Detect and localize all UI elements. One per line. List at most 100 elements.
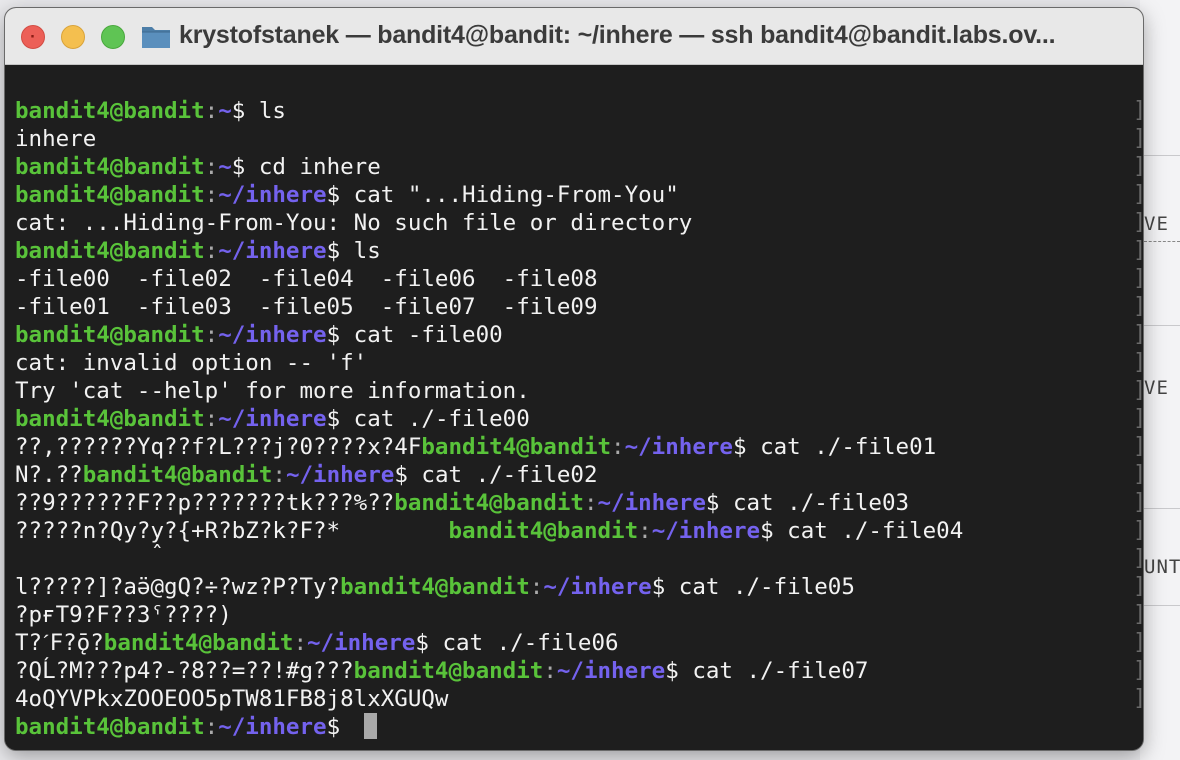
prompt-separator: : bbox=[529, 574, 544, 600]
terminal-line: bandit4@bandit:~/inhere$ cat ./-file00 bbox=[15, 405, 530, 433]
background-text: VE U bbox=[1144, 213, 1180, 235]
prompt-separator: : bbox=[204, 322, 219, 348]
prompt-separator: : bbox=[204, 238, 219, 264]
prompt-user: bandit4@bandit bbox=[15, 238, 205, 264]
terminal-line: Try 'cat --help' for more information. bbox=[15, 377, 530, 405]
minimize-window-button[interactable] bbox=[61, 25, 85, 49]
line-end-marker: ] bbox=[1133, 545, 1143, 573]
prompt-separator: : bbox=[204, 154, 219, 180]
command-text: cat "...Hiding-From-You" bbox=[353, 182, 679, 208]
prompt-path: ~/inhere bbox=[218, 238, 327, 264]
window-title: krystofstanek — bandit4@bandit: ~/inhere… bbox=[179, 21, 1056, 49]
prompt-separator: : bbox=[583, 490, 598, 516]
binary-output: l?????]?aӛ@gQ?÷?wz?P?Ty? bbox=[15, 574, 341, 600]
prompt-path: ~/inhere bbox=[285, 462, 395, 488]
prompt-sign: $ bbox=[326, 238, 354, 264]
prompt-path: ~/inhere bbox=[218, 322, 327, 348]
terminal-line: N?.??bandit4@bandit:~/inhere$ cat ./-fil… bbox=[15, 461, 598, 489]
prompt-separator: : bbox=[204, 182, 219, 208]
prompt-sign: $ bbox=[665, 658, 693, 684]
command-text: cat ./-file06 bbox=[442, 630, 619, 656]
prompt-user: bandit4@bandit bbox=[82, 462, 273, 488]
prompt-separator: : bbox=[204, 714, 219, 740]
prompt-user: bandit4@bandit bbox=[15, 98, 205, 124]
prompt-separator: : bbox=[204, 98, 219, 124]
terminal-line: ?????n?Qy?y̭?{+R?bZ?k?F?* bandit4@bandit… bbox=[15, 517, 963, 545]
prompt-separator: : bbox=[272, 462, 286, 488]
output-text: Try 'cat --help' for more information. bbox=[15, 378, 530, 404]
line-end-marker: ] bbox=[1133, 601, 1143, 629]
prompt-separator: : bbox=[543, 658, 557, 684]
command-text: ls bbox=[353, 238, 381, 264]
divider bbox=[1140, 508, 1180, 509]
prompt-sign: $ bbox=[326, 182, 354, 208]
prompt-user: bandit4@bandit bbox=[353, 658, 544, 684]
command-text: ls bbox=[258, 98, 286, 124]
line-end-marker: ] bbox=[1133, 377, 1143, 405]
prompt-user: bandit4@bandit bbox=[15, 714, 205, 740]
line-end-marker: ] bbox=[1133, 293, 1143, 321]
terminal-line: inhere bbox=[15, 125, 96, 153]
zoom-window-button[interactable] bbox=[101, 25, 125, 49]
terminal-line: ??,??????Yq??f?L???j?0????x?4Fbandit4@ba… bbox=[15, 433, 936, 461]
line-end-marker: ] bbox=[1133, 489, 1143, 517]
prompt-path: ~/inhere bbox=[218, 406, 327, 432]
terminal-window: · krystofstanek — bandit4@bandit: ~/inhe… bbox=[5, 8, 1143, 750]
command-text: cat ./-file01 bbox=[760, 434, 937, 460]
line-end-marker: ] bbox=[1133, 97, 1143, 125]
output-text: cat: ...Hiding-From-You: No such file or… bbox=[15, 210, 693, 236]
prompt-path: ~ bbox=[218, 98, 232, 124]
prompt-path: ~/inhere bbox=[543, 574, 652, 600]
output-text: -file00 -file02 -file04 -file06 -file08 bbox=[15, 266, 598, 292]
prompt-sign: $ bbox=[326, 406, 354, 432]
prompt-path: ~/inhere bbox=[597, 490, 706, 516]
prompt-path: ~/inhere bbox=[218, 182, 327, 208]
command-text: cat -file00 bbox=[353, 322, 503, 348]
prompt-sign: $ bbox=[760, 518, 788, 544]
binary-output: T?ˊF?ǭ? bbox=[15, 630, 104, 656]
prompt-sign: $ bbox=[326, 322, 354, 348]
prompt-user: bandit4@bandit bbox=[15, 182, 205, 208]
prompt-user: bandit4@bandit bbox=[340, 574, 530, 600]
terminal-line: cat: invalid option -- 'f' bbox=[15, 349, 367, 377]
output-text: -file01 -file03 -file05 -file07 -file09 bbox=[15, 294, 598, 320]
terminal-line: ?QĹ?M???p4?-?8??=??!#g???bandit4@bandit:… bbox=[15, 657, 868, 685]
close-icon: · bbox=[30, 27, 36, 46]
background-text: UNT bbox=[1144, 556, 1180, 578]
binary-output: ??9??????F??p???????tk???%?? bbox=[15, 490, 395, 516]
close-window-button[interactable]: · bbox=[21, 25, 45, 49]
terminal-output[interactable]: bandit4@bandit:~$ ls]inhere]bandit4@band… bbox=[5, 65, 1143, 750]
line-end-marker: ] bbox=[1133, 237, 1143, 265]
line-end-marker: ] bbox=[1133, 573, 1143, 601]
line-end-marker: ] bbox=[1133, 181, 1143, 209]
terminal-line: -file01 -file03 -file05 -file07 -file09 bbox=[15, 293, 597, 321]
prompt-path: ~/inhere bbox=[651, 518, 761, 544]
line-end-marker: ] bbox=[1133, 153, 1143, 181]
prompt-sign: $ bbox=[415, 630, 443, 656]
line-end-marker: ] bbox=[1133, 517, 1143, 545]
binary-output: ??,??????Yq??f?L???j?0????x?4F bbox=[15, 434, 422, 460]
output-text: 4oQYVPkxZOOEOO5pTW81FB8j8lxXGUQw bbox=[15, 686, 449, 712]
prompt-sign: $ bbox=[326, 714, 354, 740]
prompt-sign: $ bbox=[651, 574, 679, 600]
terminal-line-current[interactable]: bandit4@bandit:~/inhere$ bbox=[15, 713, 377, 741]
divider bbox=[1140, 155, 1180, 156]
command-text: cat ./-file00 bbox=[353, 406, 530, 432]
line-end-marker: ] bbox=[1133, 265, 1143, 293]
output-text: inhere bbox=[15, 126, 97, 152]
line-end-marker: ] bbox=[1133, 321, 1143, 349]
prompt-path: ~/inhere bbox=[306, 630, 416, 656]
prompt-path: ~/inhere bbox=[624, 434, 733, 460]
prompt-sign: $ bbox=[732, 434, 761, 460]
prompt-separator: : bbox=[611, 434, 625, 460]
terminal-line: ??9??????F??p???????tk???%??bandit4@band… bbox=[15, 489, 909, 517]
prompt-user: bandit4@bandit bbox=[15, 154, 205, 180]
title-bar[interactable]: · krystofstanek — bandit4@bandit: ~/inhe… bbox=[5, 8, 1143, 65]
prompt-user: bandit4@bandit bbox=[15, 322, 205, 348]
prompt-separator: : bbox=[293, 630, 307, 656]
prompt-sign: $ bbox=[705, 490, 733, 516]
line-end-marker: ] bbox=[1133, 405, 1143, 433]
prompt-path: ~/inhere bbox=[218, 714, 327, 740]
folder-icon bbox=[142, 27, 170, 48]
terminal-line: bandit4@bandit:~$ ls bbox=[15, 97, 286, 125]
